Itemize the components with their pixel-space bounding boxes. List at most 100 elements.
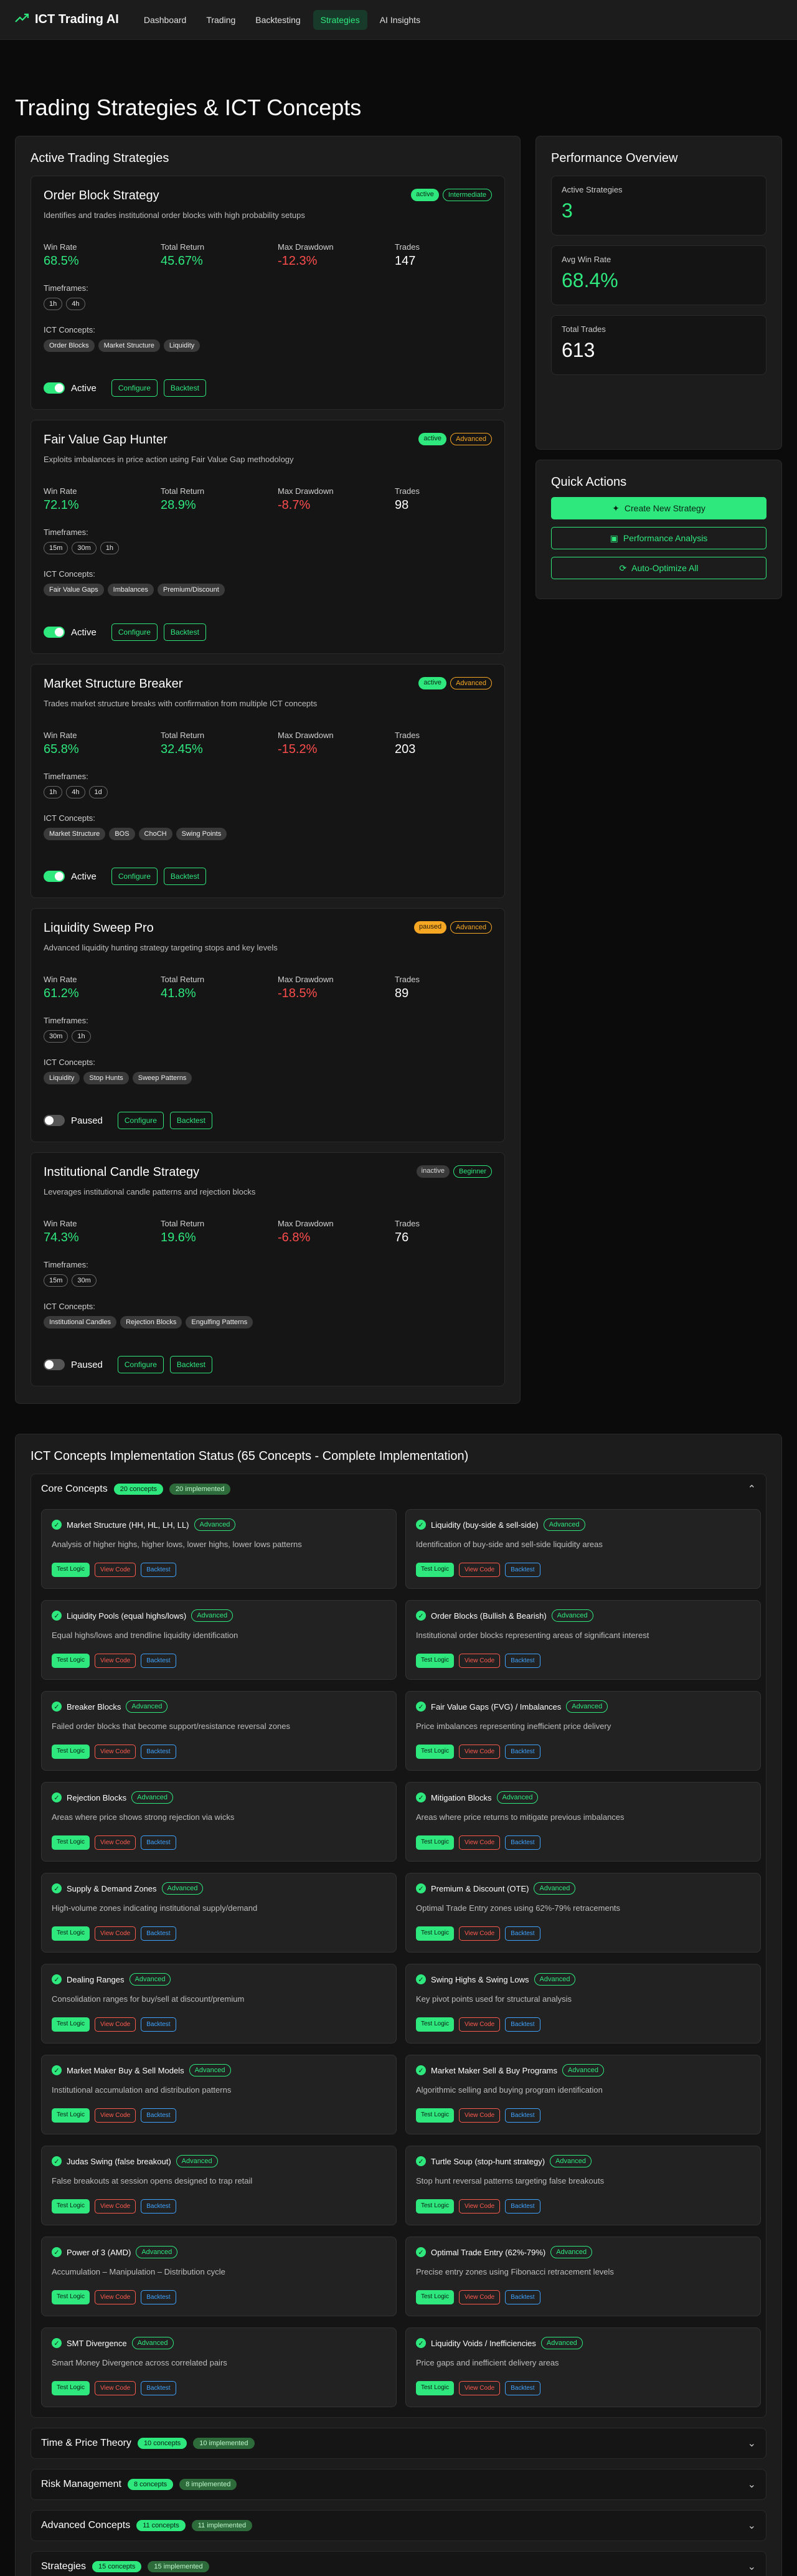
section-header[interactable]: Core Concepts 20 concepts 20 implemented… (31, 1474, 766, 1504)
backtest-button[interactable]: Backtest (505, 2017, 540, 2032)
test-logic-button[interactable]: Test Logic (52, 1835, 90, 1850)
test-logic-button[interactable]: Test Logic (416, 2108, 455, 2123)
brand[interactable]: ICT Trading AI (15, 12, 119, 27)
backtest-button[interactable]: Backtest (505, 2381, 540, 2395)
backtest-button[interactable]: Backtest (141, 1563, 176, 1577)
backtest-button[interactable]: Backtest (141, 2017, 176, 2032)
nav-backtesting[interactable]: Backtesting (248, 10, 308, 30)
backtest-button[interactable]: Backtest (505, 1745, 540, 1759)
metric-label: Trades (395, 975, 420, 984)
view-code-button[interactable]: View Code (95, 1745, 136, 1759)
backtest-button[interactable]: Backtest (169, 1356, 212, 1373)
test-logic-button[interactable]: Test Logic (416, 2290, 455, 2304)
strategy-toggle[interactable] (44, 1359, 65, 1370)
view-code-button[interactable]: View Code (95, 2108, 136, 2123)
section-header[interactable]: Time & Price Theory 10 concepts 10 imple… (31, 2428, 766, 2458)
test-logic-button[interactable]: Test Logic (416, 1926, 455, 1941)
test-logic-button[interactable]: Test Logic (416, 1835, 455, 1850)
test-logic-button[interactable]: Test Logic (416, 1745, 455, 1759)
test-logic-button[interactable]: Test Logic (52, 1745, 90, 1759)
configure-button[interactable]: Configure (117, 1112, 164, 1129)
view-code-button[interactable]: View Code (95, 1926, 136, 1941)
backtest-button[interactable]: Backtest (141, 2108, 176, 2123)
nav-dashboard[interactable]: Dashboard (136, 10, 194, 30)
view-code-button[interactable]: View Code (459, 2199, 501, 2214)
view-code-button[interactable]: View Code (459, 2290, 501, 2304)
test-logic-button[interactable]: Test Logic (416, 1563, 455, 1577)
strategy-toggle[interactable] (44, 1115, 65, 1126)
view-code-button[interactable]: View Code (95, 1563, 136, 1577)
backtest-button[interactable]: Backtest (141, 2199, 176, 2214)
view-code-button[interactable]: View Code (459, 1745, 501, 1759)
backtest-button[interactable]: Backtest (163, 868, 206, 885)
chevron-down-icon[interactable]: ⌄ (748, 2519, 756, 2532)
view-code-button[interactable]: View Code (459, 1926, 501, 1941)
backtest-button[interactable]: Backtest (163, 379, 206, 397)
section-header[interactable]: Strategies 15 concepts 15 implemented ⌄ (31, 2552, 766, 2576)
configure-button[interactable]: Configure (111, 623, 158, 641)
view-code-button[interactable]: View Code (459, 1563, 501, 1577)
chevron-down-icon[interactable]: ⌄ (748, 2437, 756, 2450)
configure-button[interactable]: Configure (111, 868, 158, 885)
view-code-button[interactable]: View Code (95, 2199, 136, 2214)
nav-strategies[interactable]: Strategies (313, 9, 367, 30)
view-code-button[interactable]: View Code (459, 2017, 501, 2032)
view-code-button[interactable]: View Code (459, 1654, 501, 1668)
backtest-button[interactable]: Backtest (141, 2290, 176, 2304)
backtest-button[interactable]: Backtest (505, 2290, 540, 2304)
chevron-up-icon[interactable]: ⌃ (748, 1483, 756, 1495)
section-header[interactable]: Advanced Concepts 11 concepts 11 impleme… (31, 2511, 766, 2540)
test-logic-button[interactable]: Test Logic (52, 2017, 90, 2032)
backtest-button[interactable]: Backtest (163, 623, 206, 641)
configure-button[interactable]: Configure (111, 379, 158, 397)
chevron-down-icon[interactable]: ⌄ (748, 2560, 756, 2573)
backtest-button[interactable]: Backtest (505, 1835, 540, 1850)
strategy-toggle[interactable] (44, 382, 65, 394)
performance-analysis-button[interactable]: ▣ Performance Analysis (551, 527, 766, 549)
backtest-button[interactable]: Backtest (505, 1654, 540, 1668)
metric-total-return: Total Return 41.8% (161, 975, 278, 1001)
chevron-down-icon[interactable]: ⌄ (748, 2478, 756, 2491)
view-code-button[interactable]: View Code (459, 2108, 501, 2123)
test-logic-button[interactable]: Test Logic (52, 2108, 90, 2123)
test-logic-button[interactable]: Test Logic (52, 2381, 90, 2395)
nav-trading[interactable]: Trading (199, 10, 243, 30)
test-logic-button[interactable]: Test Logic (52, 1654, 90, 1668)
view-code-button[interactable]: View Code (95, 2290, 136, 2304)
backtest-button[interactable]: Backtest (141, 1835, 176, 1850)
test-logic-button[interactable]: Test Logic (52, 2290, 90, 2304)
test-logic-button[interactable]: Test Logic (416, 2381, 455, 2395)
create-strategy-button[interactable]: ✦ Create New Strategy (551, 497, 766, 519)
test-logic-button[interactable]: Test Logic (416, 2199, 455, 2214)
view-code-button[interactable]: View Code (95, 1835, 136, 1850)
nav-ai-insights[interactable]: AI Insights (372, 10, 428, 30)
ict-concepts-label: ICT Concepts: (44, 813, 95, 823)
view-code-button[interactable]: View Code (95, 2017, 136, 2032)
backtest-button[interactable]: Backtest (169, 1112, 212, 1129)
test-logic-button[interactable]: Test Logic (416, 1654, 455, 1668)
configure-button[interactable]: Configure (117, 1356, 164, 1373)
test-logic-button[interactable]: Test Logic (52, 1563, 90, 1577)
backtest-button[interactable]: Backtest (505, 2108, 540, 2123)
backtest-button[interactable]: Backtest (505, 2199, 540, 2214)
view-code-button[interactable]: View Code (95, 1654, 136, 1668)
chart-icon: ▣ (610, 533, 618, 543)
backtest-button[interactable]: Backtest (505, 1563, 540, 1577)
backtest-button[interactable]: Backtest (505, 1926, 540, 1941)
test-logic-button[interactable]: Test Logic (52, 1926, 90, 1941)
strategy-toggle[interactable] (44, 627, 65, 638)
test-logic-button[interactable]: Test Logic (52, 2199, 90, 2214)
backtest-button[interactable]: Backtest (141, 1926, 176, 1941)
test-logic-button[interactable]: Test Logic (416, 2017, 455, 2032)
section-header[interactable]: Risk Management 8 concepts 8 implemented… (31, 2469, 766, 2499)
strategy-toggle[interactable] (44, 871, 65, 882)
backtest-button[interactable]: Backtest (141, 1745, 176, 1759)
concept-name: Supply & Demand Zones (67, 1883, 157, 1893)
view-code-button[interactable]: View Code (95, 2381, 136, 2395)
backtest-button[interactable]: Backtest (141, 1654, 176, 1668)
strategy-name: Fair Value Gap Hunter (44, 433, 167, 447)
view-code-button[interactable]: View Code (459, 2381, 501, 2395)
backtest-button[interactable]: Backtest (141, 2381, 176, 2395)
auto-optimize-button[interactable]: ⟳ Auto-Optimize All (551, 557, 766, 579)
view-code-button[interactable]: View Code (459, 1835, 501, 1850)
